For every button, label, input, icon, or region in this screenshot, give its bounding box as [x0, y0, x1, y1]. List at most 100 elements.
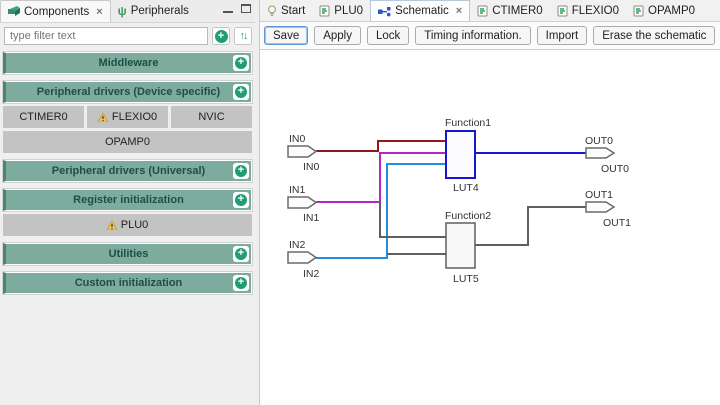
- in2-port[interactable]: [288, 252, 316, 263]
- section-header-peripheral-universal[interactable]: Peripheral drivers (Universal) +: [3, 160, 252, 182]
- timing-information-button[interactable]: Timing information.: [415, 26, 530, 45]
- section-peripheral-device: Peripheral drivers (Device specific) + C…: [3, 81, 252, 153]
- app-window: Components × ψ Peripherals + ↑↓ Middlewa…: [0, 0, 720, 405]
- peripherals-icon: ψ: [118, 4, 127, 18]
- out1-label-top: OUT1: [585, 189, 613, 201]
- item-label: CTIMER0: [19, 111, 67, 123]
- tab-ctimer0[interactable]: CTIMER0: [470, 0, 549, 21]
- sort-icon: ↑↓: [240, 30, 247, 42]
- tab-plu0[interactable]: PLU0: [312, 0, 370, 21]
- warning-icon: [98, 113, 108, 122]
- expand-button[interactable]: +: [233, 275, 249, 291]
- plus-icon: +: [215, 30, 228, 43]
- tab-components[interactable]: Components ×: [0, 0, 111, 22]
- section-register-init: Register initialization + PLU0: [3, 189, 252, 236]
- filter-input[interactable]: [4, 27, 208, 45]
- out1-port[interactable]: [586, 202, 614, 212]
- tab-schematic[interactable]: Schematic ×: [370, 0, 470, 21]
- out1-label-bottom: OUT1: [603, 217, 631, 229]
- function1-type: LUT4: [453, 182, 479, 194]
- section-label: Utilities: [109, 248, 149, 260]
- section-header-middleware[interactable]: Middleware +: [3, 52, 252, 74]
- out0-label-top: OUT0: [585, 135, 613, 147]
- section-custom-init: Custom initialization +: [3, 272, 252, 294]
- tab-label: PLU0: [334, 5, 363, 17]
- in0-label-top: IN0: [289, 133, 306, 145]
- in2-label-top: IN2: [289, 239, 306, 251]
- item-label: FLEXIO0: [112, 111, 157, 123]
- tab-components-label: Components: [24, 6, 89, 18]
- filter-row: + ↑↓: [0, 23, 255, 49]
- expand-button[interactable]: +: [233, 246, 249, 262]
- sort-button[interactable]: ↑↓: [234, 27, 252, 45]
- tab-opamp0[interactable]: OPAMP0: [626, 0, 702, 21]
- close-icon[interactable]: ×: [456, 5, 462, 17]
- function1-title: Function1: [445, 117, 491, 129]
- close-icon[interactable]: ×: [96, 6, 102, 18]
- plus-icon: +: [235, 277, 247, 289]
- tab-label: FLEXIO0: [572, 5, 619, 17]
- components-panel: Components × ψ Peripherals + ↑↓ Middlewa…: [0, 0, 255, 405]
- component-item-opamp0[interactable]: OPAMP0: [3, 131, 252, 153]
- schematic-canvas-area[interactable]: IN0 IN0 IN1 IN1 IN2 IN2 Function1 LUT4 F…: [260, 49, 720, 405]
- tab-label: OPAMP0: [648, 5, 695, 17]
- lock-button[interactable]: Lock: [367, 26, 409, 45]
- section-label: Peripheral drivers (Universal): [52, 165, 205, 177]
- panel-window-controls: [223, 4, 251, 13]
- component-item-nvic[interactable]: NVIC: [171, 106, 252, 128]
- in0-port[interactable]: [288, 146, 316, 157]
- expand-button[interactable]: +: [233, 55, 249, 71]
- plus-icon: +: [235, 57, 247, 69]
- lightbulb-icon: [267, 5, 277, 17]
- device-items-row: OPAMP0: [3, 131, 252, 153]
- editor-panel: Start PLU0 Schematic × CTIMER0: [259, 0, 720, 405]
- tab-flexio0[interactable]: FLEXIO0: [550, 0, 626, 21]
- schematic-toolbar: Save Apply Lock Timing information. Impo…: [260, 22, 720, 49]
- add-component-button[interactable]: +: [212, 27, 230, 45]
- wire-in0[interactable]: [316, 141, 446, 151]
- function2-box[interactable]: [446, 223, 475, 268]
- in1-label-bottom: IN1: [303, 212, 320, 224]
- maximize-icon[interactable]: [241, 4, 251, 13]
- view-tabbar: Components × ψ Peripherals: [0, 0, 255, 23]
- section-label: Middleware: [99, 57, 159, 69]
- wire-out1[interactable]: [475, 207, 586, 245]
- section-peripheral-universal: Peripheral drivers (Universal) +: [3, 160, 252, 182]
- plus-icon: +: [235, 165, 247, 177]
- in0-label-bottom: IN0: [303, 161, 320, 173]
- section-header-register-init[interactable]: Register initialization +: [3, 189, 252, 211]
- component-item-plu0[interactable]: PLU0: [3, 214, 252, 236]
- section-header-custom-init[interactable]: Custom initialization +: [3, 272, 252, 294]
- wire-in1[interactable]: [316, 153, 446, 202]
- section-label: Custom initialization: [75, 277, 183, 289]
- out0-port[interactable]: [586, 148, 614, 158]
- expand-button[interactable]: +: [233, 84, 249, 100]
- minimize-icon[interactable]: [223, 5, 233, 13]
- schematic-canvas[interactable]: IN0 IN0 IN1 IN1 IN2 IN2 Function1 LUT4 F…: [260, 50, 720, 405]
- plus-icon: +: [235, 194, 247, 206]
- section-middleware: Middleware +: [3, 52, 252, 74]
- save-button[interactable]: Save: [264, 26, 308, 45]
- function2-type: LUT5: [453, 273, 479, 285]
- in1-port[interactable]: [288, 197, 316, 208]
- peripheral-icon: [633, 5, 644, 17]
- apply-button[interactable]: Apply: [314, 26, 361, 45]
- component-item-ctimer0[interactable]: CTIMER0: [3, 106, 84, 128]
- function2-title: Function2: [445, 210, 491, 222]
- function1-box[interactable]: [446, 131, 475, 178]
- section-header-utilities[interactable]: Utilities +: [3, 243, 252, 265]
- wire-in1-to-function2[interactable]: [380, 202, 446, 237]
- section-label: Peripheral drivers (Device specific): [37, 86, 220, 98]
- section-label: Register initialization: [73, 194, 184, 206]
- tab-start[interactable]: Start: [260, 0, 312, 21]
- expand-button[interactable]: +: [233, 163, 249, 179]
- tab-peripherals[interactable]: ψ Peripherals: [111, 0, 196, 22]
- import-button[interactable]: Import: [537, 26, 588, 45]
- section-header-peripheral-device[interactable]: Peripheral drivers (Device specific) +: [3, 81, 252, 103]
- expand-button[interactable]: +: [233, 192, 249, 208]
- component-item-flexio0[interactable]: FLEXIO0: [87, 106, 168, 128]
- erase-schematic-button[interactable]: Erase the schematic: [593, 26, 715, 45]
- item-label: OPAMP0: [105, 136, 150, 148]
- schematic-icon: [378, 6, 391, 17]
- section-utilities: Utilities +: [3, 243, 252, 265]
